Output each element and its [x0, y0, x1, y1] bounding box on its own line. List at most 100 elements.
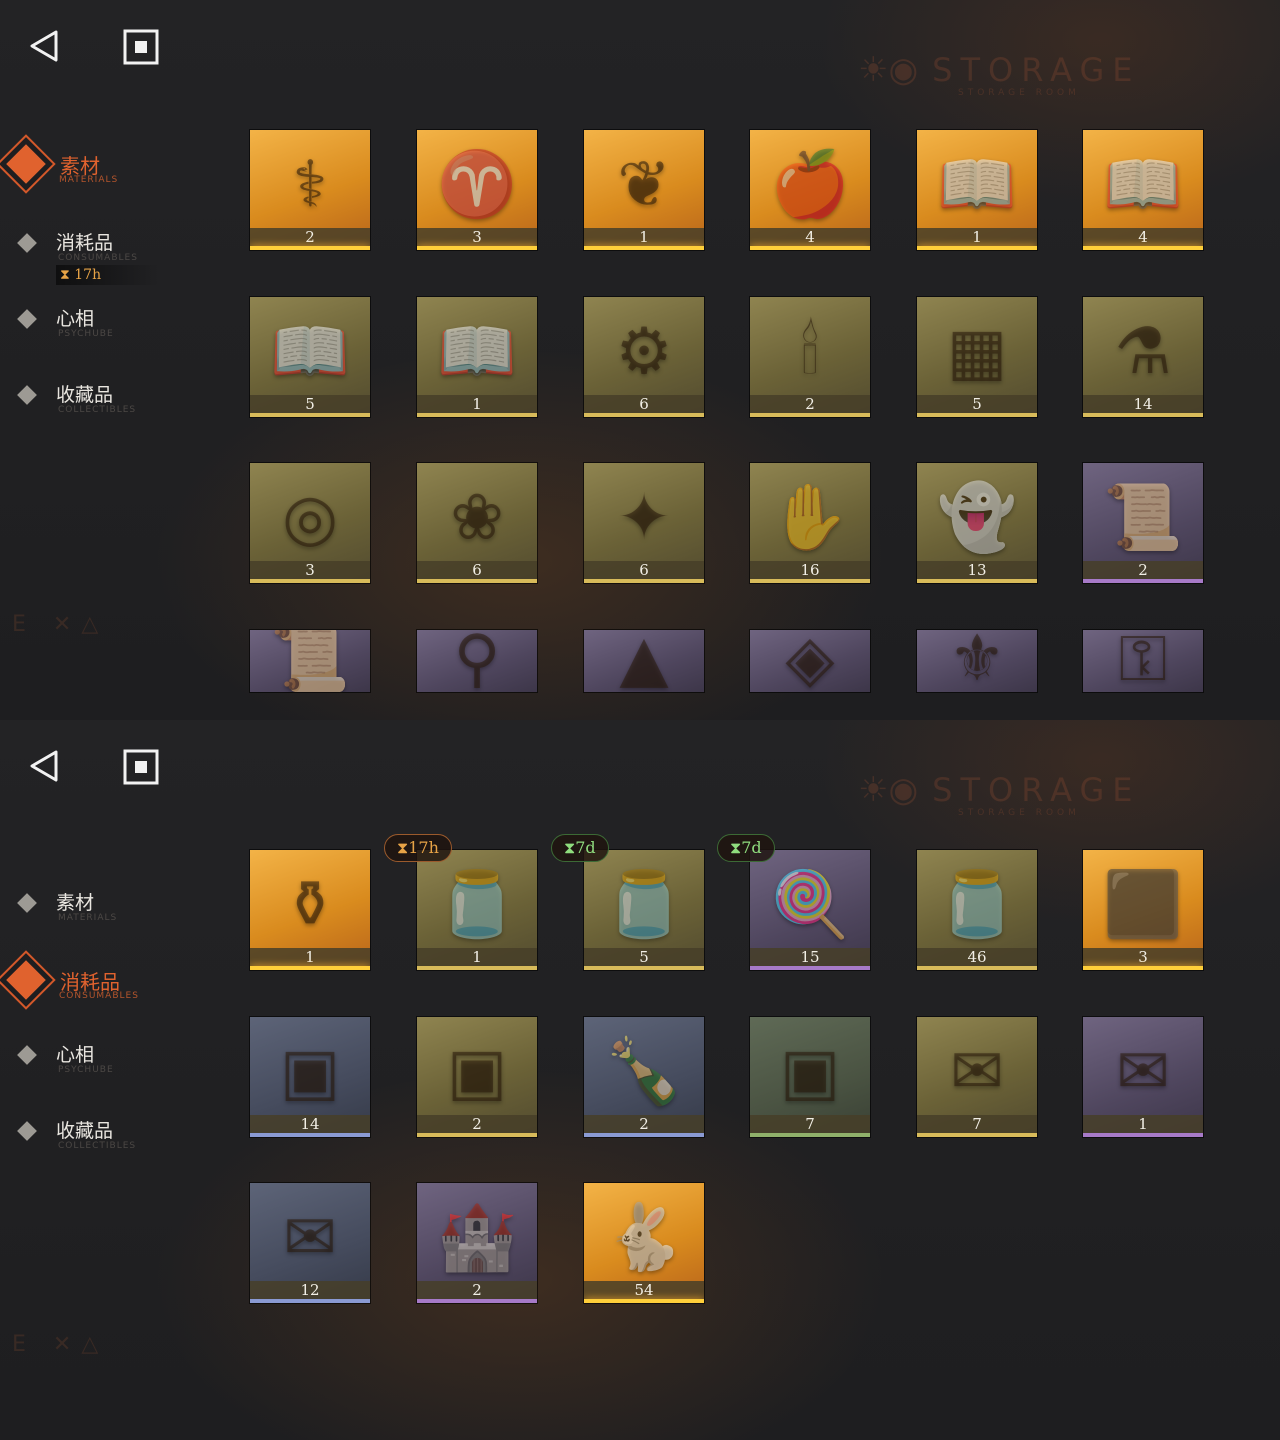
item-count: 6: [639, 395, 649, 413]
rarity-strip: [250, 1299, 370, 1303]
nav-item-materials[interactable]: 素材 MATERIALS: [0, 880, 220, 930]
rarity-strip: [1083, 1133, 1203, 1137]
item-slot[interactable]: 📖 4: [1083, 130, 1203, 250]
rarity-strip: [750, 579, 870, 583]
crystal-case-icon: ◈: [785, 630, 835, 692]
item-slot[interactable]: 📜 2: [1083, 463, 1203, 583]
rarity-strip: [417, 1133, 537, 1137]
rarity-strip: [750, 1133, 870, 1137]
item-slot[interactable]: 🫙 1: [417, 850, 537, 970]
item-slot[interactable]: ✉ 1: [1083, 1017, 1203, 1137]
blue-rune-book-icon: 📖: [270, 315, 350, 390]
rarity-strip: [1083, 579, 1203, 583]
astrolabe-icon: ⚙: [615, 315, 673, 390]
item-slot[interactable]: ⚲: [417, 630, 537, 692]
stone-fragment-icon: ▲: [619, 630, 669, 692]
item-count: 4: [805, 228, 815, 246]
nav-item-collectibles[interactable]: 收藏品 COLLECTIBLES: [0, 372, 220, 422]
green-tablet-icon: ▦: [946, 315, 1008, 390]
item-slot[interactable]: 🫙 5: [584, 850, 704, 970]
rarity-strip: [584, 1133, 704, 1137]
item-slot[interactable]: 🐇 54: [584, 1183, 704, 1303]
item-slot[interactable]: ⚗ 14: [1083, 297, 1203, 417]
item-slot[interactable]: ⚙ 6: [584, 297, 704, 417]
item-slot[interactable]: 🍾 2: [584, 1017, 704, 1137]
item-slot[interactable]: 👻 13: [917, 463, 1037, 583]
item-slot[interactable]: 🕯 2: [750, 297, 870, 417]
nav-item-collectibles[interactable]: 收藏品 COLLECTIBLES: [0, 1108, 220, 1158]
nav-item-materials[interactable]: 素材 MATERIALS: [0, 142, 220, 192]
tribal-gourd-icon: ⚱: [283, 868, 337, 943]
nav-item-consumables[interactable]: 消耗品 CONSUMABLES: [0, 220, 220, 270]
rarity-strip: [917, 579, 1037, 583]
item-count: 5: [305, 395, 315, 413]
item-slot[interactable]: ❦ 1: [584, 130, 704, 250]
diamond-icon: [17, 233, 37, 253]
item-count: 46: [967, 948, 987, 966]
item-slot[interactable]: 🍭 15: [750, 850, 870, 970]
item-slot[interactable]: ⬛ 3: [1083, 850, 1203, 970]
item-slot[interactable]: ▣ 7: [750, 1017, 870, 1137]
item-slot[interactable]: ◎ 3: [250, 463, 370, 583]
nav-item-psychube[interactable]: 心相 PSYCHUBE: [0, 296, 220, 346]
back-icon[interactable]: [26, 28, 62, 64]
item-slot[interactable]: ◈: [750, 630, 870, 692]
item-slot[interactable]: 📖 1: [917, 130, 1037, 250]
item-slot[interactable]: ▣ 2: [417, 1017, 537, 1137]
item-count: 2: [1138, 561, 1148, 579]
item-slot[interactable]: ❀ 6: [417, 463, 537, 583]
rarity-strip: [1083, 966, 1203, 970]
corner-mark: E ✕△: [12, 612, 109, 637]
rarity-strip: [750, 413, 870, 417]
item-slot[interactable]: 🏰 2: [417, 1183, 537, 1303]
rarity-strip: [417, 246, 537, 250]
expiry-badge: ⧗17h: [384, 834, 452, 862]
bottle-icon: 🍾: [604, 1035, 684, 1110]
green-scroll-icon: 📜: [1103, 481, 1183, 556]
home-icon[interactable]: [122, 28, 160, 66]
item-slot[interactable]: 📖 5: [250, 297, 370, 417]
storage-screen-consumables: ☀◉ STORAGE STORAGE ROOM E ✕△ 素材 MATERIALS…: [0, 720, 1280, 1440]
ouija-board-icon: 🕯: [800, 315, 820, 390]
item-slot[interactable]: ✋ 16: [750, 463, 870, 583]
item-slot[interactable]: ▣ 14: [250, 1017, 370, 1137]
item-slot[interactable]: 📖 1: [417, 297, 537, 417]
rarity-strip: [584, 413, 704, 417]
nav-item-psychube[interactable]: 心相 PSYCHUBE: [0, 1032, 220, 1082]
item-slot[interactable]: ▲: [584, 630, 704, 692]
rarity-strip: [917, 413, 1037, 417]
item-slot[interactable]: ✦ 6: [584, 463, 704, 583]
back-icon[interactable]: [26, 748, 62, 784]
item-count: 4: [1138, 228, 1148, 246]
item-slot[interactable]: ♈ 3: [417, 130, 537, 250]
item-count: 1: [472, 948, 482, 966]
item-count: 54: [634, 1281, 654, 1299]
item-slot[interactable]: ✉ 7: [917, 1017, 1037, 1137]
item-slot[interactable]: 📜: [250, 630, 370, 692]
pendant-chain-icon: ⚲: [453, 630, 501, 692]
home-icon[interactable]: [122, 748, 160, 786]
diamond-icon: [6, 144, 46, 184]
parcel-icon: ✉: [283, 1201, 337, 1276]
nav-item-consumables[interactable]: 消耗品 CONSUMABLES: [0, 958, 220, 1008]
item-count: 1: [305, 948, 315, 966]
item-slot[interactable]: ⚱ 1: [250, 850, 370, 970]
item-count: 1: [972, 228, 982, 246]
item-count: 2: [305, 228, 315, 246]
rarity-strip: [584, 579, 704, 583]
potion-bottle-icon: ⚗: [1114, 315, 1172, 390]
leather-tome-icon: ✦: [617, 481, 671, 556]
item-slot[interactable]: ⚜: [917, 630, 1037, 692]
expiry-timer: ⧗ 17h: [56, 265, 160, 285]
item-slot[interactable]: ✉ 12: [250, 1183, 370, 1303]
blue-scroll-icon: 📜: [270, 630, 350, 692]
item-slot[interactable]: 🍎 4: [750, 130, 870, 250]
item-count: 14: [1133, 395, 1153, 413]
item-slot[interactable]: ⚿: [1083, 630, 1203, 692]
item-slot[interactable]: ⚕ 2: [250, 130, 370, 250]
item-count: 2: [639, 1115, 649, 1133]
item-slot[interactable]: ▦ 5: [917, 297, 1037, 417]
diamond-icon: [17, 1045, 37, 1065]
item-slot[interactable]: 🫙 46: [917, 850, 1037, 970]
sheep-icon: ♈: [437, 148, 517, 223]
